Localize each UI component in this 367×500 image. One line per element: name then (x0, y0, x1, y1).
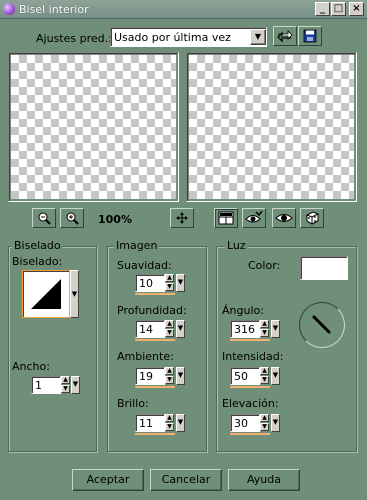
bevel-shape-dropdown[interactable]: ▼ (70, 270, 79, 318)
angle-spin-up[interactable]: ▲ (260, 320, 269, 328)
close-button[interactable]: × (349, 2, 364, 16)
depth-level-bar (135, 339, 175, 341)
intensity-spin-up[interactable]: ▲ (260, 367, 269, 375)
brightness-slider-dropdown[interactable]: ▼ (176, 414, 185, 432)
width-input[interactable]: 1 (31, 376, 61, 394)
intensity-spin-down[interactable]: ▼ (260, 376, 269, 384)
elevation-level-bar (230, 433, 270, 435)
dice-icon (306, 211, 319, 225)
depth-spin-up[interactable]: ▲ (165, 320, 174, 328)
elevation-input[interactable]: 30 (230, 414, 260, 432)
save-preset-button[interactable] (298, 26, 322, 46)
minimize-button[interactable]: _ (315, 2, 330, 16)
auto-proof-button[interactable] (272, 208, 296, 228)
help-button[interactable]: Ayuda (228, 469, 300, 491)
reset-preset-button[interactable] (273, 26, 297, 46)
bevel-group-title: Biselado (12, 239, 63, 252)
bevel-label: Biselado: (12, 255, 63, 268)
ambient-label: Ambiente: (117, 350, 174, 363)
bevel-triangle-icon (31, 279, 61, 309)
depth-spin-down[interactable]: ▼ (165, 329, 174, 337)
brightness-input[interactable]: 11 (135, 414, 165, 432)
depth-input[interactable]: 14 (135, 320, 165, 338)
depth-slider-dropdown[interactable]: ▼ (176, 320, 185, 338)
move-arrows-icon (176, 212, 188, 224)
ambient-slider-dropdown[interactable]: ▼ (176, 367, 185, 385)
zoom-out-button[interactable] (32, 208, 56, 228)
elevation-spin-down[interactable]: ▼ (260, 423, 269, 431)
zoom-in-icon (66, 212, 79, 225)
smoothness-level-bar (135, 293, 175, 295)
bevel-shape-preview[interactable] (22, 270, 70, 318)
smoothness-slider-dropdown[interactable]: ▼ (176, 274, 185, 292)
light-color-swatch[interactable] (300, 256, 348, 280)
elevation-slider-dropdown[interactable]: ▼ (271, 414, 280, 432)
ambient-level-bar (135, 386, 175, 388)
cancel-button[interactable]: Cancelar (150, 469, 222, 491)
maximize-button[interactable]: □ (331, 2, 346, 16)
presets-label: Ajustes pred.: (36, 32, 112, 45)
zoom-level: 100% (98, 213, 132, 226)
angle-needle-icon (312, 315, 331, 334)
result-preview-frame (186, 52, 357, 202)
result-preview[interactable] (189, 55, 354, 199)
width-spin-up[interactable]: ▲ (61, 376, 70, 384)
light-group-title: Luz (225, 239, 248, 252)
randomize-button[interactable] (300, 208, 324, 228)
ambient-input[interactable]: 19 (135, 367, 165, 385)
image-group-title: Imagen (114, 239, 160, 252)
pan-button[interactable] (170, 208, 194, 228)
brightness-spin-down[interactable]: ▼ (165, 423, 174, 431)
original-preview-frame (8, 52, 179, 202)
zoom-out-icon (38, 212, 51, 225)
brightness-spin-up[interactable]: ▲ (165, 414, 174, 422)
width-slider-dropdown[interactable]: ▼ (71, 376, 80, 394)
angle-spin-down[interactable]: ▼ (260, 329, 269, 337)
preview-window-icon (218, 211, 234, 225)
angle-slider-dropdown[interactable]: ▼ (271, 320, 280, 338)
smoothness-spin-down[interactable]: ▼ (165, 283, 174, 291)
angle-input[interactable]: 316 (230, 320, 260, 338)
depth-label: Profundidad: (117, 304, 187, 317)
accept-button[interactable]: Aceptar (72, 469, 144, 491)
elevation-spin-up[interactable]: ▲ (260, 414, 269, 422)
brightness-label: Brillo: (117, 397, 149, 410)
app-icon (3, 3, 15, 15)
intensity-slider-dropdown[interactable]: ▼ (271, 367, 280, 385)
arrows-swap-icon (277, 30, 293, 43)
eye-icon (275, 214, 293, 222)
ambient-spin-down[interactable]: ▼ (165, 376, 174, 384)
intensity-level-bar (230, 386, 270, 388)
width-spin-down[interactable]: ▼ (61, 385, 70, 393)
intensity-label: Intensidad: (222, 350, 284, 363)
angle-label: Ángulo: (222, 304, 264, 317)
proof-button[interactable] (242, 208, 266, 228)
brightness-level-bar (135, 433, 175, 435)
smoothness-label: Suavidad: (117, 259, 172, 272)
original-preview[interactable] (11, 55, 176, 199)
elevation-label: Elevación: (222, 397, 279, 410)
angle-dial[interactable] (299, 302, 345, 348)
presets-select[interactable]: Usado por última vez (110, 27, 267, 47)
window-title: Bisel interior (19, 3, 89, 16)
angle-level-bar (230, 339, 270, 341)
ambient-spin-up[interactable]: ▲ (165, 367, 174, 375)
eye-check-icon (245, 210, 263, 223)
preview-on-image-button[interactable] (214, 208, 238, 228)
smoothness-spin-up[interactable]: ▲ (165, 274, 174, 282)
intensity-input[interactable]: 50 (230, 367, 260, 385)
zoom-in-button[interactable] (60, 208, 84, 228)
color-label: Color: (248, 259, 281, 272)
save-disk-icon (303, 29, 317, 43)
width-label: Ancho: (12, 360, 50, 373)
presets-value: Usado por última vez (114, 31, 231, 44)
chevron-down-icon[interactable]: ▼ (250, 29, 266, 45)
smoothness-input[interactable]: 10 (135, 274, 165, 292)
